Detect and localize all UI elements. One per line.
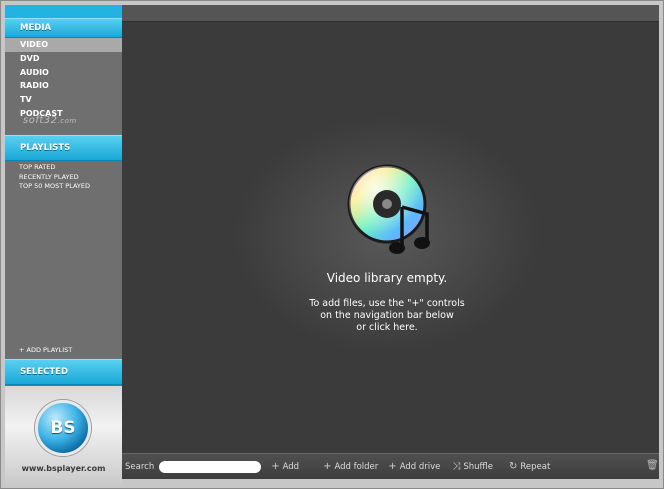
add-folder-label: Add folder — [334, 461, 379, 472]
hint-line-3: or click here. — [356, 322, 418, 333]
playlist-list: TOP RATED RECENTLY PLAYED TOP 50 MOST PL… — [5, 163, 122, 192]
plus-icon: + — [323, 461, 332, 472]
disc-music-icon[interactable] — [347, 162, 447, 262]
media-section-header[interactable]: MEDIA — [5, 18, 122, 38]
media-nav-list: VIDEO DVD AUDIO RADIO TV PODCAST — [5, 38, 122, 121]
sidebar: MEDIA VIDEO DVD AUDIO RADIO TV PODCAST s… — [5, 5, 122, 486]
add-playlist-button[interactable]: + ADD PLAYLIST — [19, 346, 72, 354]
playlist-item-recently-played[interactable]: RECENTLY PLAYED — [5, 173, 122, 183]
bsplayer-logo-icon[interactable]: BS — [35, 400, 91, 456]
sidebar-item-audio[interactable]: AUDIO — [5, 66, 122, 80]
library-view: Video library empty. To add files, use t… — [122, 5, 659, 453]
navigation-bar: Search + Add + Add folder + Add drive ⤨ … — [122, 453, 659, 479]
playlist-item-top-50[interactable]: TOP 50 MOST PLAYED — [5, 182, 122, 192]
search-label: Search — [125, 461, 155, 472]
watermark-text: soft32 — [23, 115, 58, 126]
sidebar-item-dvd[interactable]: DVD — [5, 52, 122, 66]
repeat-icon: ↻ — [508, 461, 518, 472]
add-button[interactable]: + Add — [271, 461, 299, 472]
website-link[interactable]: www.bsplayer.com — [5, 464, 122, 473]
sidebar-item-tv[interactable]: TV — [5, 93, 122, 107]
empty-library-title: Video library empty. — [326, 271, 448, 285]
sidebar-item-radio[interactable]: RADIO — [5, 79, 122, 93]
shuffle-button[interactable]: ⤨ Shuffle — [452, 461, 493, 472]
add-drive-button[interactable]: + Add drive — [388, 461, 440, 472]
sidebar-top-strip — [5, 5, 122, 18]
add-drive-label: Add drive — [399, 461, 441, 472]
repeat-button[interactable]: ↻ Repeat — [509, 461, 550, 472]
plus-icon: + — [271, 461, 280, 472]
playlists-section-header[interactable]: PLAYLISTS — [5, 135, 122, 161]
search-input[interactable] — [159, 460, 262, 473]
shuffle-icon: ⤨ — [452, 461, 461, 472]
main-top-bar — [122, 5, 659, 22]
playlist-item-top-rated[interactable]: TOP RATED — [5, 163, 122, 173]
repeat-label: Repeat — [520, 461, 551, 472]
sidebar-item-video[interactable]: VIDEO — [5, 38, 122, 52]
logo-text: BS — [50, 418, 76, 438]
plus-icon: + — [388, 461, 397, 472]
empty-library-hint[interactable]: To add files, use the "+" controls on th… — [287, 298, 487, 334]
add-folder-button[interactable]: + Add folder — [323, 461, 378, 472]
app-window: MEDIA VIDEO DVD AUDIO RADIO TV PODCAST s… — [0, 0, 664, 489]
selected-section-header[interactable]: SELECTED — [5, 359, 122, 385]
hint-line-2: on the navigation bar below — [320, 310, 454, 321]
trash-icon[interactable]: 🗑 — [646, 460, 659, 472]
shuffle-label: Shuffle — [463, 461, 493, 472]
watermark: soft32.com — [23, 115, 77, 126]
hint-line-1: To add files, use the "+" controls — [309, 298, 465, 309]
add-label: Add — [282, 461, 300, 472]
watermark-suffix: .com — [57, 117, 77, 125]
logo-panel: BS www.bsplayer.com — [5, 386, 122, 486]
